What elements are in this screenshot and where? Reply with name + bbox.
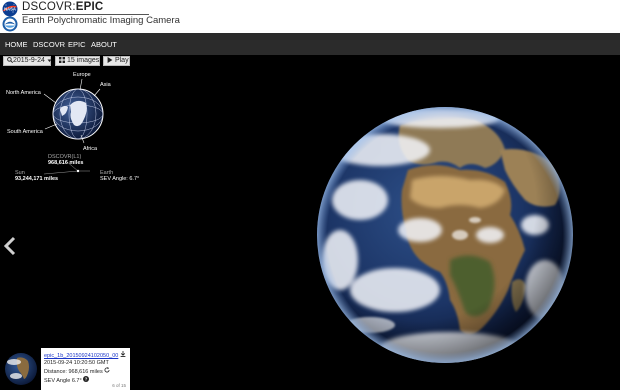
image-count-label: 15 images [66, 57, 100, 64]
orbit-diagram: Europe Asia North America South America … [0, 67, 160, 192]
download-icon[interactable] [120, 351, 126, 357]
thumbnail-earth[interactable] [4, 352, 38, 386]
main-navbar: HOME DSCOVR EPIC ABOUT [0, 33, 620, 55]
label-asia: Asia [100, 82, 111, 88]
nav-home[interactable]: HOME [5, 40, 28, 49]
app-header: NASA DSCOVR:EPIC Earth Polychromatic Ima… [0, 0, 620, 33]
title-main: EPIC [75, 1, 104, 13]
distance-value: 968,616 miles [68, 369, 103, 375]
date-label: 2015-9-24 [13, 57, 45, 64]
nav-about[interactable]: ABOUT [91, 40, 117, 49]
chevron-left-icon[interactable] [3, 236, 17, 256]
distance-row: Distance: 968,616 miles [44, 367, 127, 376]
nav-epic[interactable]: EPIC [68, 40, 86, 49]
earth-globe-illustration [317, 107, 573, 363]
image-count-button[interactable]: 15 images [55, 56, 100, 66]
nasa-logo[interactable]: NASA [2, 1, 18, 17]
app-subtitle: Earth Polychromatic Imaging Camera [22, 15, 180, 26]
sev-angle-label: SEV Angle: 6.7° [100, 176, 140, 182]
distance-label: Distance: [44, 369, 67, 375]
label-africa: Africa [83, 146, 98, 152]
app-title: DSCOVR:EPIC [22, 1, 103, 13]
svg-text:NASA: NASA [4, 7, 16, 12]
earth-image[interactable] [300, 90, 590, 380]
image-link-row: epic_1b_20150924102050_00 [44, 351, 127, 360]
grid-icon [59, 57, 65, 63]
sev-angle-value: SEV Angle 6.7° [44, 378, 82, 384]
play-icon [107, 57, 113, 63]
help-icon[interactable]: ? [83, 376, 90, 382]
timestamp-row: 2015-09-24 10:20:50 GMT [44, 360, 109, 366]
svg-text:?: ? [85, 377, 88, 382]
image-counter: 6 of 15 [112, 383, 126, 388]
label-north-america: North America [6, 90, 41, 96]
satellite-distance: 968,616 miles [48, 160, 84, 166]
caret-down-icon [47, 59, 52, 62]
refresh-icon[interactable] [104, 367, 110, 373]
play-button[interactable]: Play [103, 56, 130, 66]
noaa-logo[interactable] [2, 16, 18, 32]
sun-distance: 93,244,171 miles [15, 176, 59, 182]
nav-dscovr[interactable]: DSCOVR [33, 40, 65, 49]
image-info-card: epic_1b_20150924102050_00 2015-09-24 10:… [41, 348, 130, 390]
label-europe: Europe [73, 72, 91, 78]
label-south-america: South America [7, 129, 43, 135]
image-link[interactable]: epic_1b_20150924102050_00 [44, 353, 118, 359]
play-label: Play [114, 57, 129, 64]
date-picker-button[interactable]: 2015-9-24 [3, 56, 52, 66]
title-prefix: DSCOVR: [22, 1, 76, 13]
